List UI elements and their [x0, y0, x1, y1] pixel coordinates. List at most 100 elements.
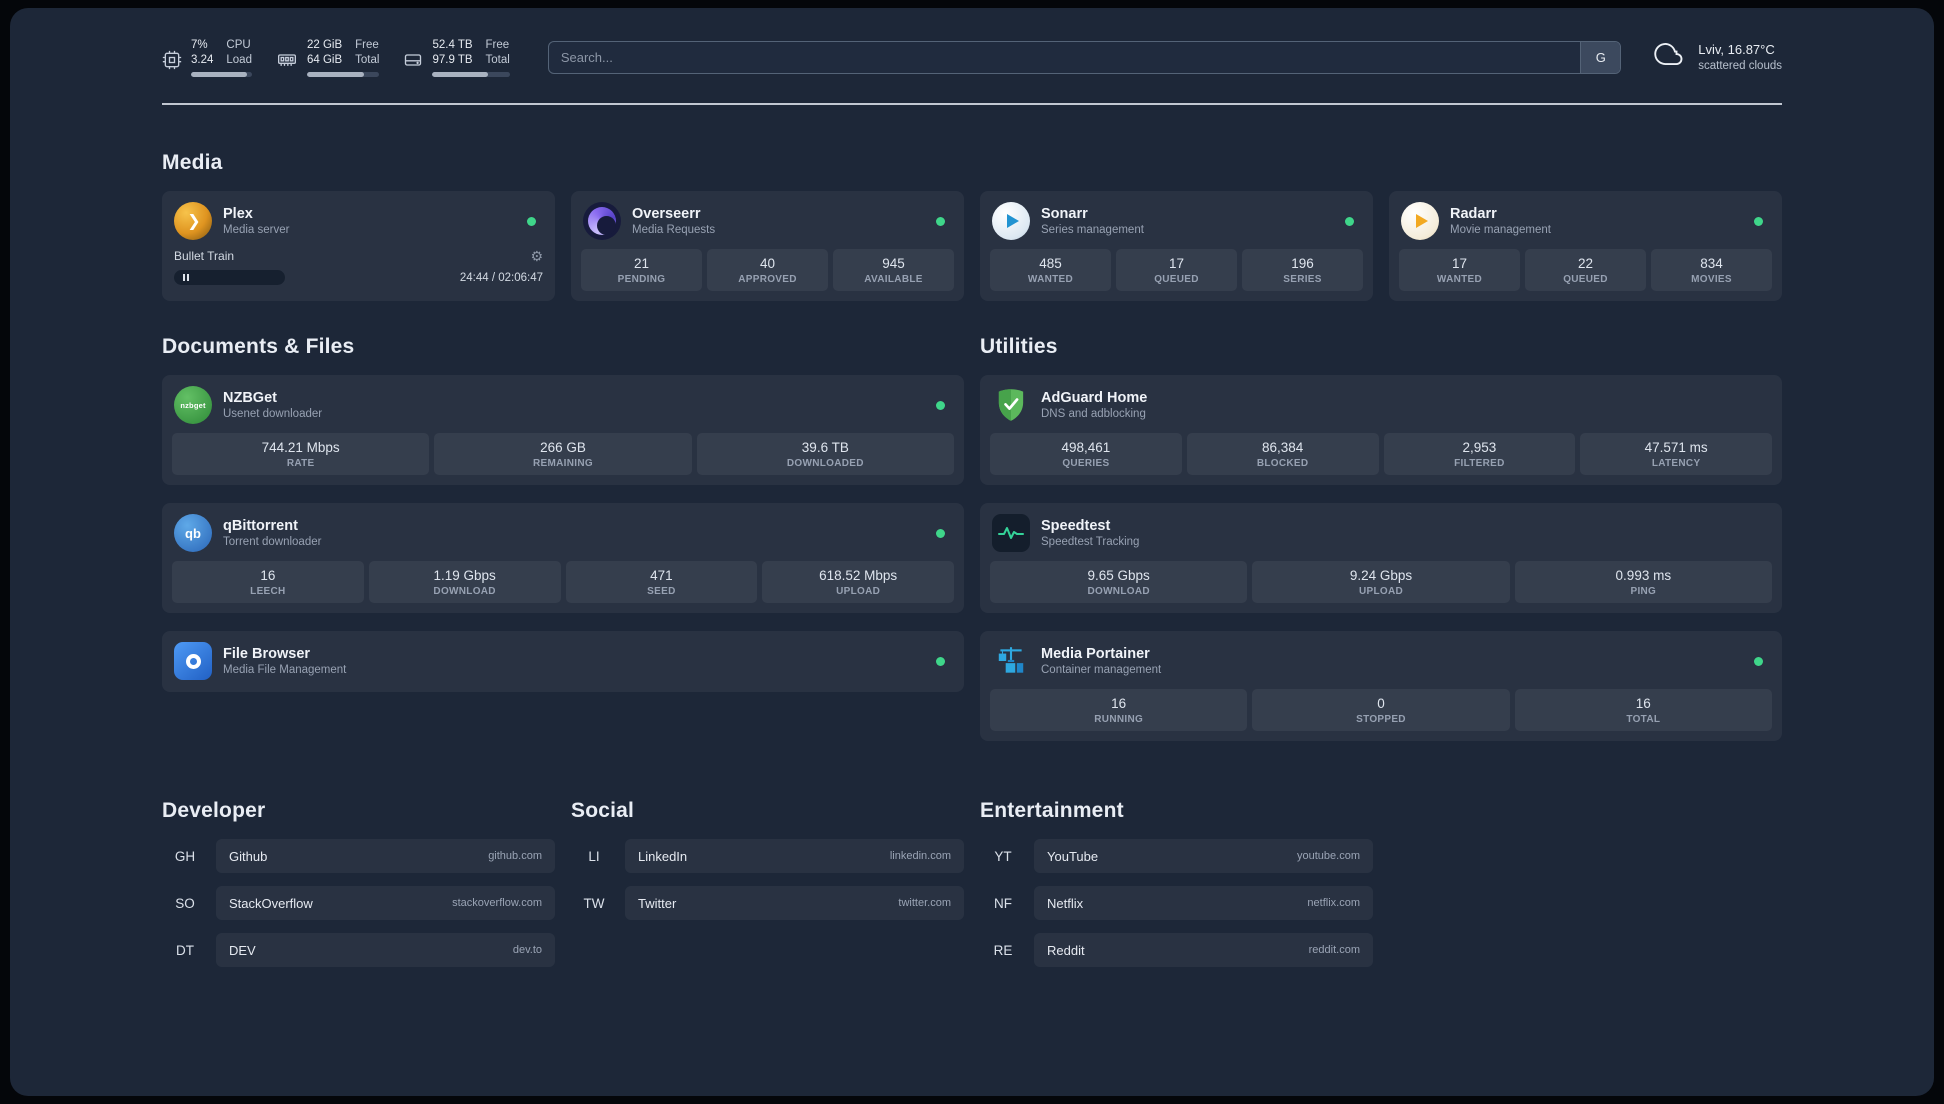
bookmarks-area: Developer GH Github github.com SO StackO…	[162, 799, 1782, 968]
stat-label: QUEUED	[1563, 274, 1608, 286]
bookmark-name: Netflix	[1047, 895, 1084, 911]
bookmark-pill: Netflix netflix.com	[1034, 886, 1373, 921]
playback-time: 24:44 / 02:06:47	[459, 271, 543, 284]
stat-block: 618.52 Mbps UPLOAD	[762, 561, 954, 604]
portainer-crane-icon	[992, 642, 1030, 680]
service-card-adguard[interactable]: AdGuard Home DNS and adblocking 498,461 …	[980, 375, 1782, 486]
bookmark-dev[interactable]: DT DEV dev.to	[162, 933, 555, 968]
stat-block: 9.65 Gbps DOWNLOAD	[990, 561, 1248, 604]
bookmark-netflix[interactable]: NF Netflix netflix.com	[980, 886, 1373, 921]
bookmark-abbr: YT	[994, 848, 1012, 864]
stat-block: 744.21 Mbps RATE	[172, 433, 430, 476]
stat-block: 47.571 ms LATENCY	[1580, 433, 1772, 476]
stat-label: AVAILABLE	[864, 274, 923, 286]
memory-widget: 22 GiB 64 GiB Free Total	[276, 38, 380, 78]
stat-value: 618.52 Mbps	[819, 568, 898, 584]
disk-widget: 52.4 TB 97.9 TB Free Total	[403, 38, 510, 78]
memory-labels: Free Total	[355, 38, 379, 68]
cpu-bar	[191, 72, 252, 78]
status-dot	[1345, 216, 1354, 226]
service-subtitle: Speedtest Tracking	[1041, 536, 1140, 549]
bookmark-group-entertainment: Entertainment YT YouTube youtube.com NF …	[980, 799, 1373, 968]
bookmark-abbr: SO	[175, 895, 195, 911]
cloud-icon	[1651, 39, 1687, 74]
adguard-shield-icon	[992, 386, 1030, 424]
stat-label: SEED	[647, 586, 676, 598]
stat-block: 39.6 TB DOWNLOADED	[696, 433, 954, 476]
service-card-plex[interactable]: ❯ Plex Media server Bullet Train ⚙ 24:44…	[162, 191, 555, 302]
bookmark-stackoverflow[interactable]: SO StackOverflow stackoverflow.com	[162, 886, 555, 921]
memory-label-2: Total	[355, 54, 380, 67]
bookmark-name: LinkedIn	[638, 848, 688, 864]
disk-readout: 52.4 TB 97.9 TB Free Total	[432, 38, 510, 78]
stat-label: STOPPED	[1356, 714, 1406, 726]
bookmark-reddit[interactable]: RE Reddit reddit.com	[980, 933, 1373, 968]
cpu-values: 7% 3.24	[191, 38, 213, 68]
bookmark-youtube[interactable]: YT YouTube youtube.com	[980, 839, 1373, 874]
stats-row: 16 RUNNING 0 STOPPED 16 TOTAL	[990, 689, 1772, 732]
service-card-sonarr[interactable]: Sonarr Series management 485 WANTED 17 Q…	[980, 191, 1373, 302]
bookmark-name: Github	[229, 848, 268, 864]
stat-value: 16	[260, 568, 276, 584]
service-header: Speedtest Speedtest Tracking	[990, 512, 1772, 561]
stat-label: DOWNLOADED	[786, 458, 864, 470]
search-provider-button[interactable]: G	[1580, 42, 1621, 73]
service-card-overseerr[interactable]: Overseerr Media Requests 21 PENDING 40 A…	[571, 191, 964, 302]
stats-row: 16 LEECH 1.19 Gbps DOWNLOAD 471 SEED 618…	[172, 561, 954, 604]
service-subtitle: Media Requests	[632, 224, 716, 237]
service-card-portainer[interactable]: Media Portainer Container management 16 …	[980, 631, 1782, 742]
status-dot	[936, 400, 945, 410]
stat-block: 0.993 ms PING	[1514, 561, 1772, 604]
gear-icon[interactable]: ⚙	[530, 249, 543, 263]
stat-value: 945	[882, 256, 905, 272]
service-name: NZBGet	[223, 390, 277, 407]
service-card-speedtest[interactable]: Speedtest Speedtest Tracking 9.65 Gbps D…	[980, 503, 1782, 614]
bookmark-pill: Github github.com	[216, 839, 555, 874]
stat-value: 196	[1291, 256, 1314, 272]
filebrowser-icon	[174, 642, 212, 681]
service-card-qbittorrent[interactable]: qb qBittorrent Torrent downloader 16 LEE…	[162, 503, 964, 614]
service-card-nzbget[interactable]: nzbget NZBGet Usenet downloader 744.21 M…	[162, 375, 964, 486]
bookmark-url: stackoverflow.com	[452, 897, 542, 910]
service-subtitle: Media server	[223, 224, 290, 237]
memory-label-1: Free	[355, 39, 379, 51]
stat-label: SERIES	[1283, 274, 1322, 286]
search-input[interactable]	[548, 42, 1581, 73]
stat-label: UPLOAD	[1358, 586, 1403, 598]
bookmark-twitter[interactable]: TW Twitter twitter.com	[571, 886, 964, 921]
memory-bar	[306, 72, 380, 78]
status-dot	[1754, 656, 1763, 666]
bookmark-abbr: RE	[993, 942, 1013, 958]
stat-block: 471 SEED	[565, 561, 758, 604]
service-name: Overseerr	[632, 206, 701, 223]
service-card-radarr[interactable]: Radarr Movie management 17 WANTED 22 QUE…	[1389, 191, 1782, 302]
weather-widget: Lviv, 16.87°C scattered clouds	[1651, 38, 1782, 74]
topbar: 7% 3.24 CPU Load 22 GiB 64 GiB Free Tota…	[162, 8, 1782, 78]
service-subtitle: Container management	[1041, 664, 1162, 677]
service-card-filebrowser[interactable]: File Browser Media File Management	[162, 631, 964, 693]
stats-row: 9.65 Gbps DOWNLOAD 9.24 Gbps UPLOAD 0.99…	[990, 561, 1772, 604]
stat-value: 0.993 ms	[1615, 568, 1672, 584]
stat-block: 498,461 QUERIES	[990, 433, 1182, 476]
disk-label-1: Free	[485, 39, 510, 51]
stat-value: 9.24 Gbps	[1349, 568, 1413, 584]
stat-block: 9.24 Gbps UPLOAD	[1252, 561, 1510, 604]
section-title-utilities: Utilities	[980, 335, 1058, 359]
qbittorrent-icon: qb	[174, 514, 212, 553]
playback-progress-bar[interactable]	[174, 270, 285, 286]
service-text: Radarr Movie management	[1450, 206, 1551, 236]
bookmark-linkedin[interactable]: LI LinkedIn linkedin.com	[571, 839, 964, 874]
speedtest-icon	[992, 514, 1030, 553]
stat-block: 945 AVAILABLE	[833, 249, 954, 292]
stat-block: 196 SERIES	[1242, 249, 1363, 292]
bookmark-url: netflix.com	[1307, 897, 1360, 910]
pause-icon[interactable]	[183, 274, 189, 282]
stat-label: PING	[1630, 586, 1657, 598]
stat-label: WANTED	[1436, 274, 1483, 286]
topbar-divider	[162, 103, 1782, 106]
stat-label: DOWNLOAD	[1087, 586, 1150, 598]
cpu-label-1: CPU	[226, 39, 251, 51]
bookmark-github[interactable]: GH Github github.com	[162, 839, 555, 874]
service-subtitle: Usenet downloader	[223, 408, 323, 421]
stat-value: 22	[1577, 256, 1594, 272]
